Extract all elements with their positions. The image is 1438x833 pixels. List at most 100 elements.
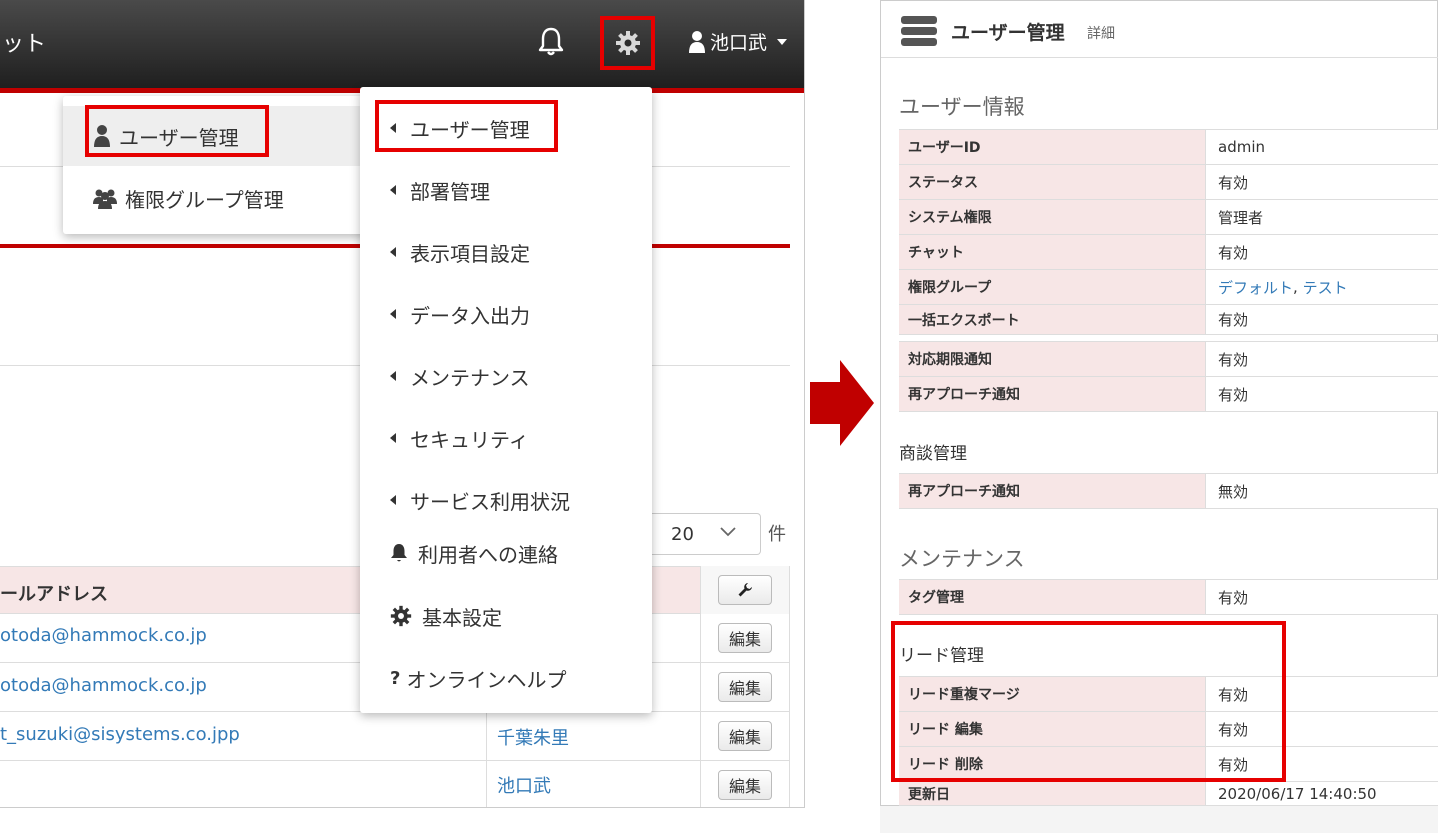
settings-gear-button[interactable] (600, 16, 655, 70)
bell-icon[interactable] (537, 26, 565, 58)
detail-row: システム権限 管理者 (899, 200, 1438, 235)
detail-row: チャット 有効 (899, 235, 1438, 270)
field-value: 有効 (1206, 342, 1438, 376)
detail-row: ユーザーID admin (899, 130, 1438, 165)
maintenance-table: タグ管理 有効 (899, 579, 1438, 615)
detail-row: 再アプローチ通知 無効 (899, 474, 1438, 509)
edit-button[interactable]: 編集 (718, 770, 772, 800)
chevron-down-icon (720, 527, 736, 537)
users-group-icon (93, 189, 117, 209)
menu-item-label: メンテナンス (410, 365, 530, 390)
field-label: ステータス (899, 165, 1206, 199)
gear-icon (390, 605, 412, 627)
section-heading-user-info: ユーザー情報 (899, 96, 1025, 119)
table-row-user-name[interactable]: 千葉朱里 (497, 724, 569, 750)
field-label: 更新日 (899, 782, 1206, 805)
edit-button[interactable]: 編集 (718, 721, 772, 751)
page-size-unit: 件 (768, 524, 786, 545)
caret-left-icon (390, 247, 396, 257)
menu-item-label: オンラインヘルプ (406, 667, 567, 692)
group-link-test[interactable]: テスト (1303, 277, 1348, 298)
table-row-email[interactable]: otoda@hammock.co.jp (0, 675, 207, 696)
field-label: 一括エクスポート (899, 305, 1206, 334)
section-heading-maintenance: メンテナンス (899, 548, 1025, 571)
menu-item-online-help[interactable]: ? オンラインヘルプ (390, 658, 566, 698)
user-info-table: ユーザーID admin ステータス 有効 システム権限 管理者 チャット 有効 権限グ… (899, 129, 1438, 335)
page-title: ユーザー管理 (951, 22, 1065, 44)
field-value: デフォルト, テスト (1206, 270, 1438, 304)
menu-item-label: データ入出力 (410, 303, 530, 328)
wrench-icon (738, 583, 752, 597)
user-name: 池口武 (710, 32, 768, 54)
submenu-item-permission-groups[interactable]: 権限グループ管理 (63, 168, 370, 228)
menu-item-user-notice[interactable]: 利用者への連絡 (390, 533, 558, 573)
field-label: タグ管理 (899, 580, 1206, 614)
menu-item-departments[interactable]: 部署管理 (390, 170, 490, 210)
menu-item-service-usage[interactable]: サービス利用状況 (390, 480, 570, 520)
field-label: 対応期限通知 (899, 342, 1206, 376)
field-value: 有効 (1206, 235, 1438, 269)
menu-item-label: 利用者への連絡 (418, 542, 558, 567)
page-size-value: 20 (671, 523, 694, 545)
menu-item-security[interactable]: セキュリティ (390, 418, 529, 458)
row-divider (0, 760, 790, 761)
caret-left-icon (390, 433, 396, 443)
highlight-box (375, 100, 558, 152)
section-heading-deals: 商談管理 (899, 444, 967, 463)
caret-left-icon (390, 371, 396, 381)
user-menu-toggle[interactable]: 池口武 (688, 28, 788, 55)
field-label: 再アプローチ通知 (899, 474, 1206, 508)
field-value: 2020/06/17 14:40:50 (1206, 782, 1438, 805)
menu-item-maintenance[interactable]: メンテナンス (390, 356, 530, 396)
notification-table: 対応期限通知 有効 再アプローチ通知 有効 (899, 341, 1438, 412)
caret-left-icon (390, 309, 396, 319)
caret-left-icon (390, 495, 396, 505)
highlight-box (891, 621, 1286, 782)
detail-header: ユーザー管理 詳細 (881, 1, 1438, 58)
menu-item-label: セキュリティ (410, 427, 529, 452)
field-label: システム権限 (899, 200, 1206, 234)
detail-row: ステータス 有効 (899, 165, 1438, 200)
column-settings-button[interactable] (718, 575, 772, 605)
field-value: 無効 (1206, 474, 1438, 508)
caret-left-icon (390, 185, 396, 195)
submenu-item-label: 権限グループ管理 (125, 187, 284, 212)
bell-icon (391, 544, 407, 562)
menu-item-data-io[interactable]: データ入出力 (390, 294, 530, 334)
detail-row: タグ管理 有効 (899, 580, 1438, 615)
edit-button[interactable]: 編集 (718, 623, 772, 653)
question-icon: ? (390, 667, 401, 689)
field-value: 管理者 (1206, 200, 1438, 234)
left-screenshot-panel: ット 池口武 20 件 ールアドレス otoda@hammock.co.jp 編… (0, 0, 805, 808)
detail-row: 対応期限通知 有効 (899, 342, 1438, 377)
detail-row: 一括エクスポート 有効 (899, 305, 1438, 335)
table-row-email[interactable]: otoda@hammock.co.jp (0, 625, 207, 646)
column-divider (789, 566, 790, 807)
page-size-select[interactable]: 20 (651, 513, 761, 555)
field-label: 権限グループ (899, 270, 1206, 304)
field-label: 再アプローチ通知 (899, 377, 1206, 411)
gear-icon (615, 31, 640, 55)
detail-row: 再アプローチ通知 有効 (899, 377, 1438, 412)
group-link-default[interactable]: デフォルト (1218, 277, 1293, 298)
top-navbar: ット 池口武 (0, 0, 804, 88)
arrow-right-icon (810, 360, 874, 446)
app-title: ット (2, 32, 47, 57)
edit-button[interactable]: 編集 (718, 672, 772, 702)
field-label: チャット (899, 235, 1206, 269)
menu-item-display-fields[interactable]: 表示項目設定 (390, 232, 530, 272)
menu-item-label: サービス利用状況 (410, 489, 570, 514)
database-icon (901, 16, 937, 46)
menu-item-basic-settings[interactable]: 基本設定 (390, 596, 502, 636)
field-value: 有効 (1206, 377, 1438, 411)
menu-item-label: 基本設定 (422, 605, 502, 630)
table-row-email[interactable]: t_suzuki@sisystems.co.jpp (0, 724, 240, 745)
table-row-user-name[interactable]: 池口武 (497, 772, 551, 798)
column-header-email: ールアドレス (0, 584, 108, 605)
highlight-box (85, 105, 269, 157)
field-label: ユーザーID (899, 130, 1206, 164)
detail-row: 更新日 2020/06/17 14:40:50 (899, 782, 1438, 806)
field-value: 有効 (1206, 305, 1438, 334)
chevron-down-icon (777, 38, 788, 45)
menu-item-label: 部署管理 (410, 179, 490, 204)
